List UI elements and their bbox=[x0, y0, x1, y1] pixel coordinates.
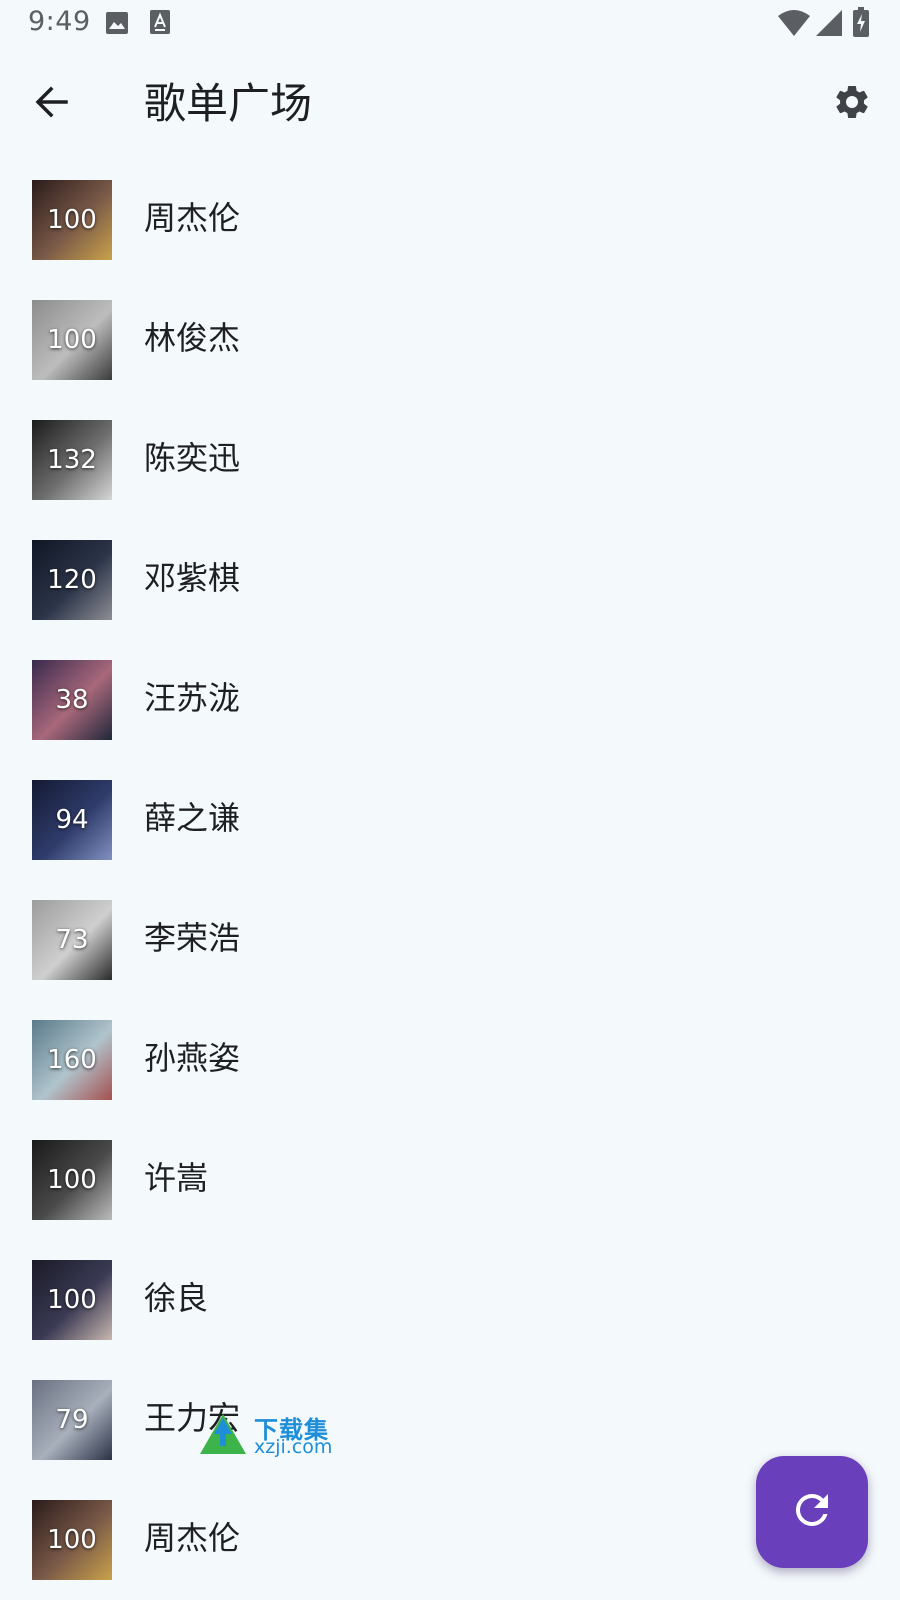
song-count: 38 bbox=[55, 685, 89, 715]
playlist-cover: 100 bbox=[32, 1500, 112, 1580]
playlist-cover: 100 bbox=[32, 300, 112, 380]
arrow-back-icon bbox=[34, 84, 70, 124]
playlist-name: 周杰伦 bbox=[144, 199, 241, 237]
refresh-button[interactable] bbox=[756, 1456, 868, 1568]
list-item[interactable]: 120 邓紫棋 bbox=[0, 520, 900, 640]
list-item[interactable]: 132 陈奕迅 bbox=[0, 400, 900, 520]
song-count: 132 bbox=[47, 445, 97, 475]
list-item[interactable]: 100 徐良 bbox=[0, 1240, 900, 1360]
list-item[interactable]: 38 汪苏泷 bbox=[0, 640, 900, 760]
playlist-cover: 79 bbox=[32, 1380, 112, 1460]
playlist-cover: 38 bbox=[32, 660, 112, 740]
playlist-cover: 132 bbox=[32, 420, 112, 500]
list-item[interactable]: 100 林俊杰 bbox=[0, 280, 900, 400]
song-count: 100 bbox=[47, 325, 97, 355]
back-button[interactable] bbox=[24, 76, 80, 132]
playlist-name: 邓紫棋 bbox=[144, 559, 241, 597]
song-count: 79 bbox=[55, 1405, 89, 1435]
list-item[interactable]: 73 李荣浩 bbox=[0, 880, 900, 1000]
playlist-cover: 73 bbox=[32, 900, 112, 980]
a-icon bbox=[150, 10, 170, 38]
refresh-icon bbox=[788, 1486, 836, 1538]
playlist-name: 徐良 bbox=[144, 1279, 209, 1317]
page-title: 歌单广场 bbox=[144, 79, 313, 128]
song-count: 94 bbox=[55, 805, 89, 835]
playlist-cover: 100 bbox=[32, 1140, 112, 1220]
settings-button[interactable] bbox=[824, 76, 880, 132]
wifi-icon bbox=[778, 10, 810, 40]
list-item[interactable]: 100 周杰伦 bbox=[0, 160, 900, 280]
status-time: 9:49 bbox=[28, 6, 91, 37]
playlist-cover: 94 bbox=[32, 780, 112, 860]
playlist-cover: 100 bbox=[32, 1260, 112, 1340]
list-item[interactable]: 100 许嵩 bbox=[0, 1120, 900, 1240]
playlist-name: 陈奕迅 bbox=[144, 439, 241, 477]
song-count: 100 bbox=[47, 1285, 97, 1315]
status-bar: 9:49 bbox=[0, 0, 900, 48]
playlist-name: 汪苏泷 bbox=[144, 679, 241, 717]
image-icon bbox=[106, 12, 128, 38]
playlist-name: 孙燕姿 bbox=[144, 1039, 241, 1077]
list-item[interactable]: 160 孙燕姿 bbox=[0, 1000, 900, 1120]
playlist-name: 许嵩 bbox=[144, 1159, 209, 1197]
signal-icon bbox=[816, 10, 842, 40]
app-bar: 歌单广场 bbox=[0, 56, 900, 152]
song-count: 120 bbox=[47, 565, 97, 595]
watermark-url: xzji.com bbox=[254, 1436, 333, 1458]
song-count: 100 bbox=[47, 1525, 97, 1555]
playlist-name: 李荣浩 bbox=[144, 919, 241, 957]
playlist-name: 薛之谦 bbox=[144, 799, 241, 837]
watermark-logo-icon bbox=[196, 1414, 250, 1458]
playlist-name: 周杰伦 bbox=[144, 1519, 241, 1557]
battery-charging-icon bbox=[853, 7, 869, 41]
song-count: 160 bbox=[47, 1045, 97, 1075]
playlist-cover: 120 bbox=[32, 540, 112, 620]
gear-icon bbox=[832, 82, 872, 126]
playlist-list: 100 周杰伦 100 林俊杰 132 陈奕迅 120 邓紫棋 38 汪苏泷 94 薛之谦 73 李荣浩 1… bbox=[0, 160, 900, 1600]
song-count: 100 bbox=[47, 205, 97, 235]
list-item[interactable]: 94 薛之谦 bbox=[0, 760, 900, 880]
playlist-cover: 100 bbox=[32, 180, 112, 260]
playlist-name: 林俊杰 bbox=[144, 319, 241, 357]
song-count: 73 bbox=[55, 925, 89, 955]
watermark: 下载集 xzji.com bbox=[196, 1410, 346, 1458]
song-count: 100 bbox=[47, 1165, 97, 1195]
playlist-cover: 160 bbox=[32, 1020, 112, 1100]
